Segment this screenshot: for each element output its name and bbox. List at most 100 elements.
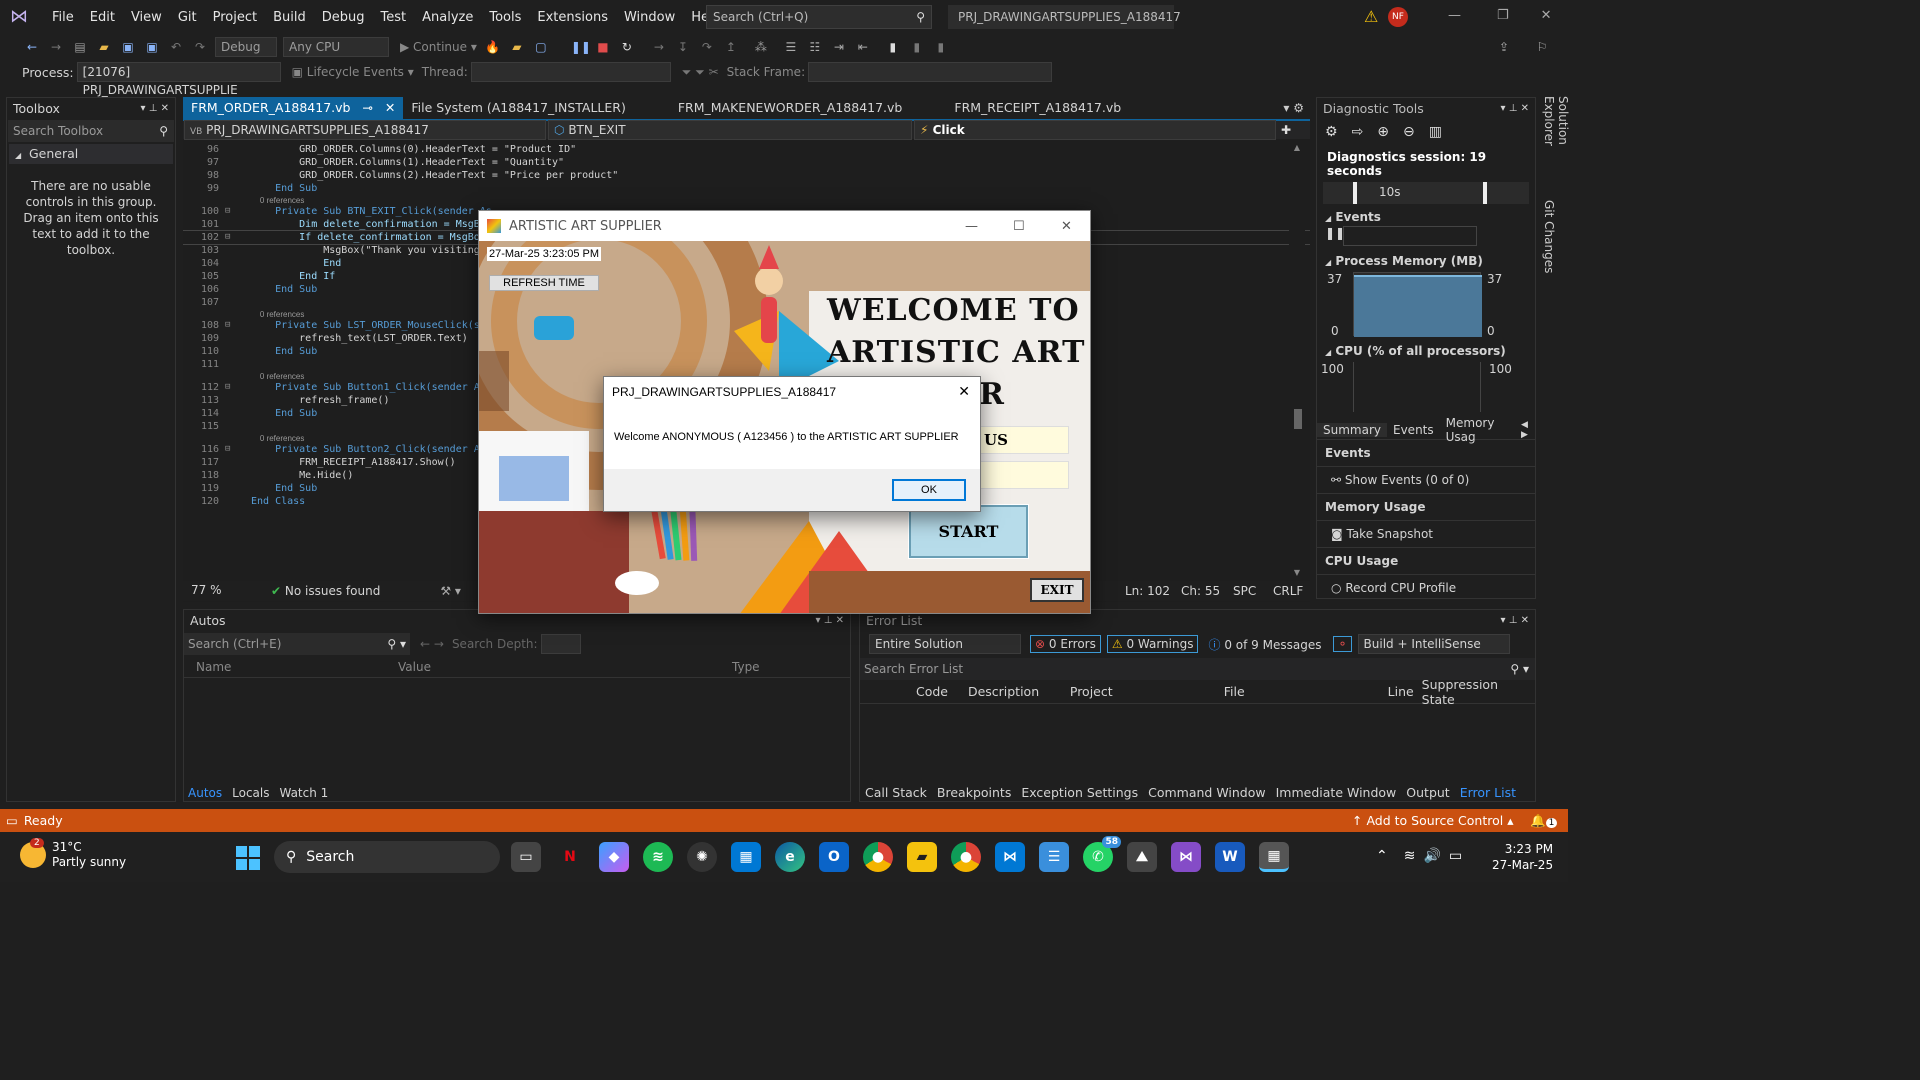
tab-command-window[interactable]: Command Window	[1143, 785, 1271, 800]
search-depth-dropdown[interactable]	[540, 634, 581, 654]
timeline[interactable]: 10s	[1323, 182, 1529, 204]
tab-frm-makeneworder[interactable]: FRM_MAKENEWORDER_A188417.vb	[670, 97, 911, 119]
pause-icon[interactable]: ❚❚	[571, 39, 591, 55]
split-icon[interactable]: ✚	[1281, 123, 1291, 137]
tab-frm-receipt[interactable]: FRM_RECEIPT_A188417.vb	[946, 97, 1129, 119]
new-project-icon[interactable]: ▤	[72, 39, 88, 55]
minimize-icon[interactable]: —	[965, 219, 978, 234]
gutter[interactable]: ⊟	[225, 205, 251, 218]
settings-icon[interactable]: ⚙	[1325, 124, 1338, 140]
gutter[interactable]: ⊟	[225, 231, 251, 244]
chrome-icon[interactable]: ●	[863, 842, 893, 872]
platform-dropdown[interactable]: Any CPU	[283, 37, 389, 57]
close-icon[interactable]: ✕	[958, 383, 970, 400]
step-out-icon[interactable]: ↥	[723, 39, 739, 55]
zoom-dropdown[interactable]: 77 %	[186, 581, 244, 601]
breakpoints-icon[interactable]: ⁂	[753, 39, 769, 55]
whatsapp-icon[interactable]: ✆ 58	[1083, 836, 1121, 872]
back-icon[interactable]: ←	[24, 39, 40, 55]
autos-search-input[interactable]: Search (Ctrl+E) ⚲ ▾	[184, 633, 410, 655]
filter-toggle-icon[interactable]: ⚬	[1333, 636, 1352, 652]
stack-frame-dropdown[interactable]	[808, 62, 1053, 82]
tab-frm-order[interactable]: FRM_ORDER_A188417.vb ⊸ ✕	[183, 97, 404, 119]
pane-options-icon[interactable]: ▾ ⊥ ✕	[1501, 98, 1529, 120]
show-next-statement-icon[interactable]: →	[651, 39, 667, 55]
vscode-icon[interactable]: ⋈	[995, 842, 1025, 872]
tab-exception-settings[interactable]: Exception Settings	[1016, 785, 1143, 800]
uncomment-icon[interactable]: ☷	[807, 39, 823, 55]
menu-build[interactable]: Build	[265, 10, 314, 25]
process-dropdown[interactable]: [21076] PRJ_DRAWINGARTSUPPLIE	[76, 62, 281, 97]
side-tab-solution-explorer[interactable]: Solution Explorer	[1542, 96, 1570, 196]
windows-start-icon[interactable]	[236, 846, 260, 870]
collapse-icon[interactable]: ◢	[1325, 348, 1331, 357]
forward-icon[interactable]: →	[48, 39, 64, 55]
screenshot-icon[interactable]: ▢	[533, 39, 549, 55]
pin-icon[interactable]: ⊸	[362, 100, 372, 115]
spotify-icon[interactable]: ≋	[643, 842, 673, 872]
step-into-icon[interactable]: ↧	[675, 39, 691, 55]
menu-analyze[interactable]: Analyze	[414, 10, 481, 25]
clock[interactable]: 3:23 PM 27-Mar-25	[1492, 841, 1553, 873]
tab-error-list[interactable]: Error List	[1455, 785, 1521, 800]
menu-debug[interactable]: Debug	[314, 10, 373, 25]
continue-button[interactable]: ▶ Continue ▾	[400, 40, 477, 54]
menu-window[interactable]: Window	[616, 10, 683, 25]
toolbox-group-general[interactable]: ◢ General	[9, 144, 173, 164]
undo-icon[interactable]: ↶	[168, 39, 184, 55]
menu-test[interactable]: Test	[373, 10, 415, 25]
open-icon[interactable]: ▰	[96, 39, 112, 55]
gutter[interactable]: ⊟	[225, 381, 251, 394]
tab-summary[interactable]: Summary	[1317, 422, 1387, 437]
battery-icon[interactable]: ▭	[1449, 848, 1462, 864]
close-icon[interactable]: ✕	[1061, 219, 1072, 234]
weather-widget[interactable]: 2 31°C Partly sunny	[20, 838, 126, 870]
back-icon[interactable]: ← →	[420, 637, 444, 651]
stop-icon[interactable]: ■	[595, 39, 611, 55]
minimize-icon[interactable]: —	[1448, 8, 1461, 23]
gutter[interactable]: ⊟	[225, 319, 251, 332]
hot-reload-icon[interactable]: 🔥	[485, 39, 501, 55]
collapse-icon[interactable]: ◢	[1325, 214, 1331, 223]
export-icon[interactable]: ⇨	[1352, 124, 1364, 140]
menu-git[interactable]: Git	[170, 10, 205, 25]
chatgpt-icon[interactable]: ✺	[687, 842, 717, 872]
wifi-icon[interactable]: ≋	[1404, 848, 1416, 864]
volume-icon[interactable]: 🔊	[1423, 848, 1440, 864]
tab-events[interactable]: Events	[1387, 423, 1440, 437]
side-tab-git-changes[interactable]: Git Changes	[1542, 200, 1556, 280]
store-icon[interactable]: ▦	[731, 842, 761, 872]
edge-icon[interactable]: e	[775, 842, 805, 872]
error-search-input[interactable]: Search Error List ⚲ ▾	[860, 658, 1535, 680]
tab-overflow-icon[interactable]: ▾ ⚙	[1283, 101, 1304, 115]
task-view-icon[interactable]: ▭	[511, 842, 541, 872]
start-button[interactable]: START	[908, 504, 1029, 559]
file-explorer-icon[interactable]: ▰	[907, 842, 937, 872]
taskbar-search[interactable]: ⚲ Search	[274, 841, 500, 873]
menu-tools[interactable]: Tools	[481, 10, 529, 25]
filter-icon[interactable]: ⏷ ⏷ ✂	[682, 65, 719, 80]
chart-icon[interactable]: ▥	[1429, 124, 1442, 140]
close-icon[interactable]: ✕	[1541, 8, 1552, 23]
tab-autos[interactable]: Autos	[184, 786, 226, 800]
menu-view[interactable]: View	[123, 10, 170, 25]
project-dropdown[interactable]: VB PRJ_DRAWINGARTSUPPLIES_A188417	[184, 120, 546, 140]
vertical-scrollbar[interactable]: ▲ ▼	[1289, 143, 1305, 579]
pane-options-icon[interactable]: ▾ ⊥ ✕	[141, 98, 169, 120]
toolbox-search-input[interactable]: Search Toolbox ⚲	[8, 120, 174, 142]
next-bookmark-icon[interactable]: ▮	[933, 39, 949, 55]
no-issues-indicator[interactable]: ✔ No issues found	[271, 584, 380, 598]
add-source-control-button[interactable]: ↑ Add to Source Control ▴	[1352, 813, 1514, 828]
ok-button[interactable]: OK	[892, 479, 966, 501]
menu-extensions[interactable]: Extensions	[529, 10, 616, 25]
save-icon[interactable]: ▣	[120, 39, 136, 55]
notifications-icon[interactable]: 🔔 1	[1530, 813, 1558, 829]
messages-filter[interactable]: ⓘ 0 of 9 Messages	[1204, 635, 1325, 654]
object-dropdown[interactable]: ⬡ BTN_EXIT	[548, 120, 912, 140]
comment-icon[interactable]: ☰	[783, 39, 799, 55]
warning-icon[interactable]: ⚠	[1364, 7, 1378, 26]
pane-options-icon[interactable]: ▾ ⊥ ✕	[1501, 610, 1529, 632]
save-all-icon[interactable]: ▣	[144, 39, 160, 55]
prev-bookmark-icon[interactable]: ▮	[909, 39, 925, 55]
show-events-button[interactable]: ⚯ Show Events (0 of 0)	[1317, 467, 1535, 494]
